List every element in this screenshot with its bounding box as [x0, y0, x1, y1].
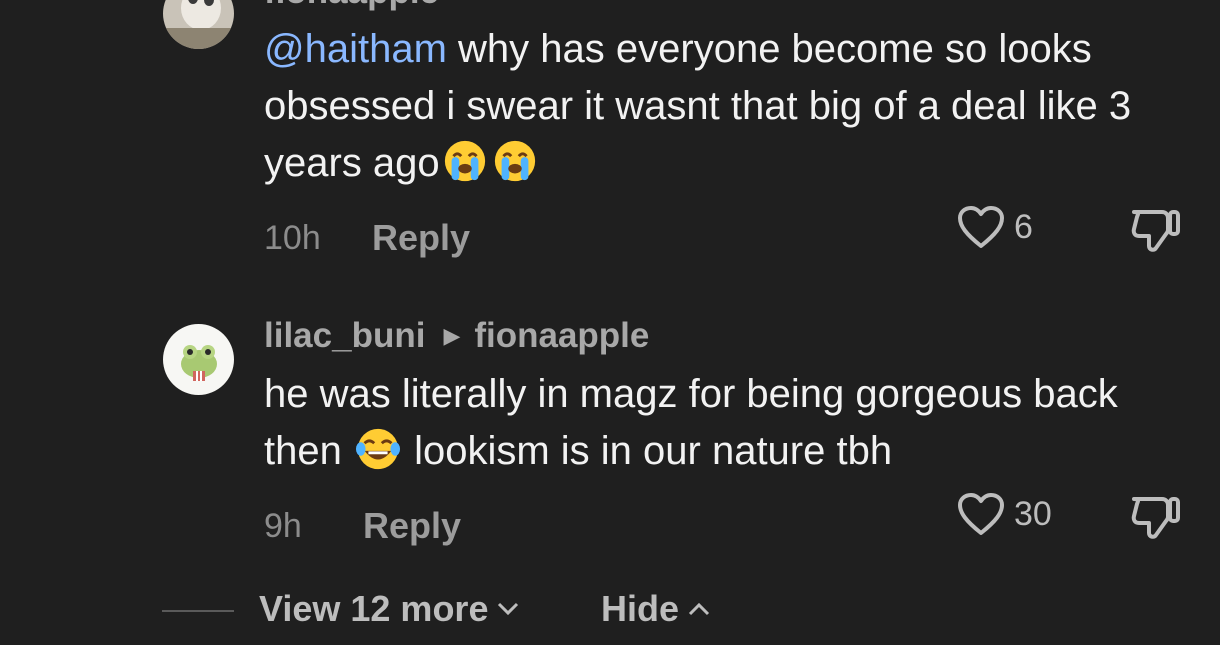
dislike-button[interactable]	[1128, 491, 1182, 541]
thumbs-down-icon	[1128, 204, 1182, 254]
face-with-tears-of-joy-icon	[355, 426, 401, 472]
like-count: 6	[1014, 207, 1033, 246]
thumbs-down-icon	[1128, 491, 1182, 541]
comment-username-row: lilac_buni ▶ fionaapple	[264, 316, 649, 356]
hide-replies-button[interactable]: Hide	[601, 588, 711, 630]
reply-button[interactable]: Reply	[372, 217, 470, 259]
comment-username[interactable]: fionaapple	[264, 0, 439, 12]
chevron-up-icon	[687, 601, 711, 617]
like-count: 30	[1014, 494, 1052, 533]
mention-link[interactable]: @haitham	[264, 27, 447, 71]
comment-text: he was literally in magz for being gorge…	[264, 366, 1184, 480]
comment-body-part2: lookism is in our nature tbh	[402, 429, 893, 473]
reply-button[interactable]: Reply	[363, 505, 461, 547]
comment-timestamp: 10h	[264, 219, 321, 257]
comment-text: @haitham why has everyone become so look…	[264, 21, 1184, 192]
like-button[interactable]: 6	[956, 204, 1033, 250]
loudly-crying-face-icon	[492, 138, 538, 184]
hide-label: Hide	[601, 588, 680, 629]
divider-line	[162, 610, 234, 612]
view-more-label: View 12 more	[259, 588, 489, 629]
dislike-button[interactable]	[1128, 204, 1182, 254]
avatar[interactable]	[163, 0, 234, 49]
comment-timestamp: 9h	[264, 507, 302, 545]
comment-username[interactable]: lilac_buni	[264, 316, 425, 355]
reply-to-username[interactable]: fionaapple	[474, 316, 649, 355]
view-more-replies-button[interactable]: View 12 more	[259, 588, 520, 630]
avatar[interactable]	[163, 324, 234, 395]
heart-icon	[956, 204, 1006, 250]
like-button[interactable]: 30	[956, 491, 1052, 537]
loudly-crying-face-icon	[442, 138, 488, 184]
reply-arrow-icon: ▶	[443, 323, 461, 348]
chevron-down-icon	[496, 601, 520, 617]
heart-icon	[956, 491, 1006, 537]
